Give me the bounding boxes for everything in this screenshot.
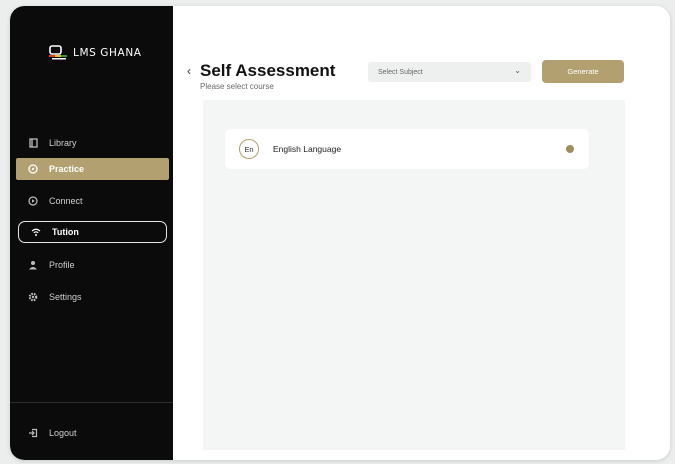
book-icon xyxy=(28,138,38,148)
logout-button[interactable]: Logout xyxy=(16,422,169,444)
logo-mark-icon xyxy=(49,45,67,60)
sidebar-item-connect[interactable]: Connect xyxy=(16,190,169,212)
wifi-icon xyxy=(31,227,41,237)
course-item[interactable]: En English Language xyxy=(225,129,589,169)
gear-icon xyxy=(28,292,38,302)
sidebar-item-library[interactable]: Library xyxy=(16,132,169,154)
generate-button[interactable]: Generate xyxy=(542,60,624,83)
page-title: Self Assessment xyxy=(200,61,336,80)
chevron-left-icon[interactable]: ‹ xyxy=(187,64,191,78)
brand-name: LMS GHANA xyxy=(73,47,142,59)
sidebar-item-settings[interactable]: Settings xyxy=(16,286,169,308)
sidebar-item-practice[interactable]: Practice xyxy=(16,158,169,180)
sidebar-divider xyxy=(10,402,173,403)
logout-label: Logout xyxy=(49,428,77,438)
main-content: ‹ Self Assessment Please select course S… xyxy=(173,6,670,460)
sidebar-item-tution[interactable]: Tution xyxy=(18,221,167,243)
logo: LMS GHANA xyxy=(48,44,142,62)
user-icon xyxy=(28,260,38,270)
page-subtitle: Please select course xyxy=(200,82,274,91)
sidebar-item-label: Settings xyxy=(49,292,82,302)
sidebar-item-profile[interactable]: Profile xyxy=(16,254,169,276)
logout-icon xyxy=(28,428,38,438)
sidebar-item-label: Connect xyxy=(49,196,83,206)
subject-select-placeholder: Select Subject xyxy=(378,68,423,76)
course-label: English Language xyxy=(273,144,342,154)
sidebar-item-label: Practice xyxy=(49,164,85,174)
sidebar-item-label: Library xyxy=(49,138,77,148)
play-icon xyxy=(28,196,38,206)
sidebar-item-label: Profile xyxy=(49,260,75,270)
course-panel: En English Language xyxy=(203,100,625,450)
compass-icon xyxy=(28,164,38,174)
chevron-down-icon: ⌄ xyxy=(514,66,521,75)
sidebar-item-label: Tution xyxy=(52,227,79,237)
app-window: LMS GHANA Library Practice Connect Tutio xyxy=(10,6,670,460)
status-dot-icon xyxy=(566,145,574,153)
subject-select[interactable]: Select Subject ⌄ xyxy=(368,62,531,82)
course-badge: En xyxy=(239,139,259,159)
sidebar: LMS GHANA Library Practice Connect Tutio xyxy=(10,6,173,460)
